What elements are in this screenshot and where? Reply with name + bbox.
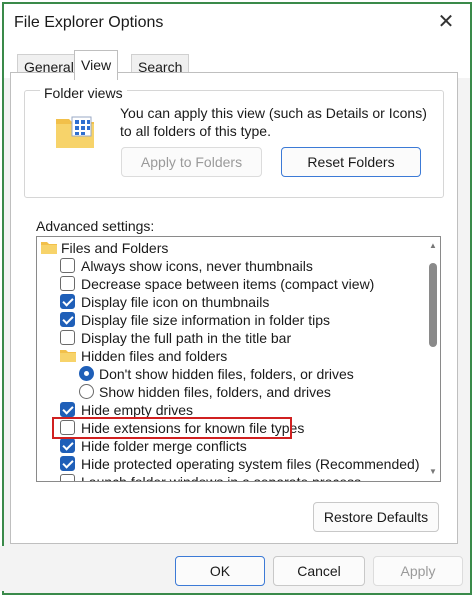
folder-views-description: You can apply this view (such as Details… [120,105,427,139]
scroll-down-icon[interactable]: ▼ [426,465,440,479]
list-item[interactable]: Always show icons, never thumbnails [37,257,417,275]
list-item[interactable]: Hide protected operating system files (R… [37,455,420,473]
list-item-label: Don't show hidden files, folders, or dri… [99,366,354,382]
reset-folders-button[interactable]: Reset Folders [281,147,421,177]
list-item-label: Display file icon on thumbnails [81,294,270,310]
list-item-label: Launch folder windows in a separate proc… [81,474,362,482]
window-title: File Explorer Options [14,14,164,31]
restore-defaults-button[interactable]: Restore Defaults [313,502,439,532]
radio-button[interactable] [79,384,94,399]
checkbox[interactable] [60,258,75,273]
list-item[interactable]: Display file size information in folder … [37,311,417,329]
ok-button[interactable]: OK [175,556,265,586]
highlight-annotation [52,417,292,439]
apply-to-folders-button[interactable]: Apply to Folders [121,147,262,177]
list-item[interactable]: Display file icon on thumbnails [37,293,417,311]
advanced-settings-label: Advanced settings: [36,218,155,234]
advanced-settings-list[interactable]: Files and Folders Always show icons, nev… [36,236,441,482]
tab-view[interactable]: View [74,50,119,80]
list-item: Files and Folders [37,239,417,257]
folder-icon [41,242,57,254]
folder-icon [60,350,76,362]
list-item: Hidden files and folders [37,347,417,365]
close-icon[interactable]: ✕ [436,12,456,32]
list-item-label: Show hidden files, folders, and drives [99,384,331,400]
list-scrollbar[interactable]: ▲ ▼ [426,237,440,481]
list-item[interactable]: Show hidden files, folders, and drives [37,383,417,401]
checkbox[interactable] [60,474,75,481]
folder-view-icon [56,116,94,148]
list-item-label: Hidden files and folders [81,348,228,364]
list-item-label: Files and Folders [61,240,169,256]
list-item[interactable]: Hide folder merge conflicts [37,437,417,455]
scroll-thumb[interactable] [429,263,437,347]
checkbox[interactable] [60,312,75,327]
list-item-label: Hide protected operating system files (R… [81,456,420,472]
checkbox[interactable] [60,330,75,345]
checkbox[interactable] [60,402,75,417]
apply-button[interactable]: Apply [373,556,463,586]
list-item[interactable]: Display the full path in the title bar [37,329,417,347]
list-item[interactable]: Don't show hidden files, folders, or dri… [37,365,417,383]
checkbox[interactable] [60,276,75,291]
list-item-label: Always show icons, never thumbnails [81,258,313,274]
scroll-up-icon[interactable]: ▲ [426,239,440,253]
folder-views-label: Folder views [40,85,127,101]
list-item-label: Display file size information in folder … [81,312,330,328]
list-item[interactable]: Launch folder windows in a separate proc… [37,473,417,482]
checkbox[interactable] [60,294,75,309]
cancel-button[interactable]: Cancel [273,556,365,586]
list-item-label: Decrease space between items (compact vi… [81,276,375,292]
title-bar: File Explorer Options ✕ [4,4,470,42]
list-item-label: Display the full path in the title bar [81,330,292,346]
radio-button[interactable] [79,366,94,381]
list-item[interactable]: Decrease space between items (compact vi… [37,275,417,293]
list-item-label: Hide folder merge conflicts [81,438,247,454]
checkbox[interactable] [60,438,75,453]
checkbox[interactable] [60,456,75,471]
